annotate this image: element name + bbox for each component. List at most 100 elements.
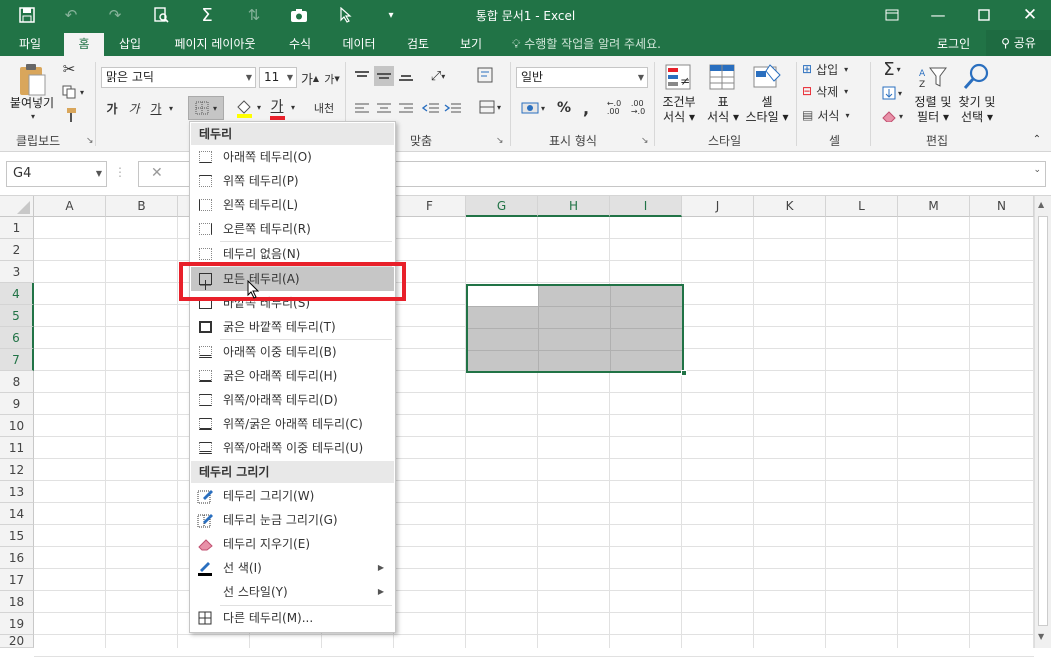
find-select-icon[interactable]: [960, 60, 994, 92]
borders-button[interactable]: ▾: [188, 96, 224, 120]
fill-handle[interactable]: [681, 370, 687, 376]
fill-color-icon[interactable]: [234, 96, 254, 120]
sort-filter-label[interactable]: 정렬 및 필터 ▾: [908, 95, 958, 125]
menu-item-left-border[interactable]: 왼쪽 테두리(L): [191, 193, 394, 217]
find-select-label[interactable]: 찾기 및 선택 ▾: [952, 95, 1002, 125]
cut-icon[interactable]: ✂: [60, 60, 78, 78]
active-cell[interactable]: [468, 286, 538, 306]
bold-button[interactable]: 가: [104, 98, 120, 118]
autosum-icon[interactable]: Σ ▾: [876, 59, 908, 80]
row-header[interactable]: 16: [0, 547, 34, 569]
login-link[interactable]: 로그인: [937, 33, 970, 55]
align-left-icon[interactable]: [352, 98, 372, 118]
menu-item-right-border[interactable]: 오른쪽 테두리(R): [191, 217, 394, 241]
menu-item-draw-border-grid[interactable]: 테두리 눈금 그리기(G): [191, 508, 394, 532]
share-button[interactable]: ⚲ 공유: [986, 30, 1051, 56]
font-name-combo[interactable]: 맑은 고딕 ▼: [101, 67, 256, 88]
font-size-combo[interactable]: 11 ▼: [259, 67, 297, 88]
align-bottom-icon[interactable]: [396, 66, 416, 86]
menu-item-top-border[interactable]: 위쪽 테두리(P): [191, 169, 394, 193]
column-header[interactable]: N: [970, 196, 1034, 217]
row-header[interactable]: 18: [0, 591, 34, 613]
alignment-launcher-icon[interactable]: ↘: [496, 136, 504, 146]
phonetic-button[interactable]: 내천: [312, 98, 336, 118]
menu-item-thick-box-border[interactable]: 굵은 바깥쪽 테두리(T): [191, 315, 394, 339]
increase-decimal-icon[interactable]: ←.0.00: [604, 98, 624, 118]
paste-icon[interactable]: [14, 62, 50, 98]
name-box[interactable]: G4 ▼: [6, 161, 107, 187]
row-header[interactable]: 5: [0, 305, 34, 327]
italic-button[interactable]: 가: [126, 98, 142, 118]
copy-dropdown-icon[interactable]: ▾: [78, 87, 86, 97]
sort-filter-icon[interactable]: AZ: [916, 62, 950, 92]
menu-item-top-double-bottom-border[interactable]: 위쪽/아래쪽 이중 테두리(U): [191, 436, 394, 460]
clipboard-launcher-icon[interactable]: ↘: [86, 136, 94, 146]
grow-font-icon[interactable]: 가 ▲: [301, 68, 319, 88]
tab-data[interactable]: 데이터: [333, 33, 385, 56]
column-header[interactable]: F: [394, 196, 466, 217]
fill-color-dropdown-icon[interactable]: ▾: [255, 102, 263, 112]
conditional-format-label[interactable]: 조건부 서식 ▾: [658, 95, 700, 125]
worksheet-grid[interactable]: ABCDEFGHIJKLMN 1234567891011121314151617…: [0, 196, 1051, 657]
fill-icon[interactable]: ▾: [876, 83, 908, 103]
font-color-button[interactable]: 가: [268, 96, 286, 120]
row-header[interactable]: 15: [0, 525, 34, 547]
menu-item-thick-bottom-border[interactable]: 굵은 아래쪽 테두리(H): [191, 364, 394, 388]
row-header[interactable]: 10: [0, 415, 34, 437]
selected-range[interactable]: [466, 284, 687, 376]
paste-dropdown-icon[interactable]: ▾: [28, 112, 38, 121]
expand-formula-icon[interactable]: ⌄: [1033, 165, 1041, 175]
tab-page-layout[interactable]: 페이지 레이아웃: [162, 33, 268, 56]
ribbon-display-icon[interactable]: [878, 4, 906, 26]
menu-item-bottom-double-border[interactable]: 아래쪽 이중 테두리(B): [191, 340, 394, 364]
row-header[interactable]: 4: [0, 283, 34, 305]
row-header[interactable]: 9: [0, 393, 34, 415]
underline-dropdown-icon[interactable]: ▾: [166, 102, 176, 114]
align-center-icon[interactable]: [374, 98, 394, 118]
scroll-up-icon[interactable]: ▲: [1038, 200, 1044, 209]
number-format-combo[interactable]: 일반 ▼: [516, 67, 648, 88]
decrease-decimal-icon[interactable]: .00 →.0: [628, 98, 648, 118]
column-header[interactable]: I: [610, 196, 682, 217]
tab-home[interactable]: 홈: [64, 33, 104, 56]
row-header[interactable]: 19: [0, 613, 34, 635]
row-header[interactable]: 13: [0, 481, 34, 503]
tell-me-box[interactable]: 💡︎ 수행할 작업을 알려 주세요.: [512, 33, 661, 55]
format-as-table-label[interactable]: 표 서식 ▾: [702, 95, 744, 125]
row-header[interactable]: 7: [0, 349, 34, 371]
menu-item-draw-border[interactable]: 테두리 그리기(W): [191, 484, 394, 508]
minimize-icon[interactable]: —: [924, 4, 952, 26]
tab-review[interactable]: 검토: [396, 33, 440, 56]
close-icon[interactable]: ✕: [1016, 4, 1044, 26]
column-header[interactable]: L: [826, 196, 898, 217]
cell-styles-icon[interactable]: [750, 62, 784, 92]
cell-styles-label[interactable]: 셀 스타일 ▾: [742, 95, 792, 125]
increase-indent-icon[interactable]: [442, 98, 464, 118]
row-header[interactable]: 3: [0, 261, 34, 283]
tab-view[interactable]: 보기: [450, 33, 492, 56]
row-header[interactable]: 12: [0, 459, 34, 481]
conditional-format-icon[interactable]: ≠: [662, 62, 696, 92]
menu-item-line-style[interactable]: 선 스타일(Y) ▶: [191, 580, 394, 604]
format-as-table-icon[interactable]: [706, 62, 740, 92]
wrap-text-icon[interactable]: [474, 64, 496, 86]
row-header[interactable]: 2: [0, 239, 34, 261]
align-right-icon[interactable]: [396, 98, 416, 118]
shrink-font-icon[interactable]: 가 ▼: [324, 70, 340, 88]
tab-formulas[interactable]: 수식: [280, 33, 320, 56]
menu-item-top-bottom-border[interactable]: 위쪽/아래쪽 테두리(D): [191, 388, 394, 412]
format-cells-button[interactable]: ▤ 서식 ▾: [802, 106, 864, 124]
align-middle-icon[interactable]: [374, 66, 394, 86]
decrease-indent-icon[interactable]: [420, 98, 442, 118]
tab-insert[interactable]: 삽입: [110, 33, 150, 56]
row-header[interactable]: 6: [0, 327, 34, 349]
row-header[interactable]: 14: [0, 503, 34, 525]
scroll-down-icon[interactable]: ▼: [1038, 632, 1044, 641]
number-launcher-icon[interactable]: ↘: [641, 136, 649, 146]
maximize-icon[interactable]: [970, 4, 998, 26]
underline-button[interactable]: 가: [148, 98, 164, 118]
column-header[interactable]: A: [34, 196, 106, 217]
accounting-format-icon[interactable]: ▾: [516, 98, 550, 118]
row-header[interactable]: 20: [0, 635, 34, 648]
merge-center-icon[interactable]: ▾: [474, 96, 506, 118]
